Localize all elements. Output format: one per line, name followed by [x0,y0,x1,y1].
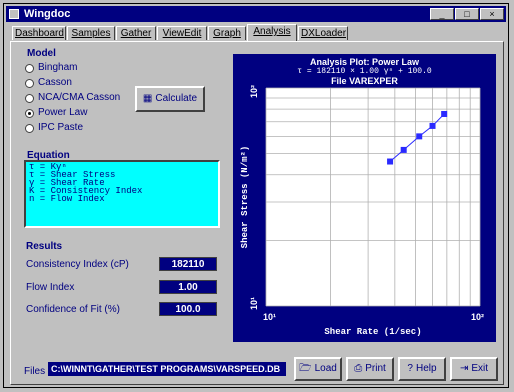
radio-bingham[interactable]: Bingham [25,62,135,76]
model-group-label: Model [27,48,56,59]
calculate-button-label: Calculate [155,93,198,104]
plot-area [266,88,480,306]
y-tick-min: 10¹ [249,297,259,310]
radio-nca-cma-casson[interactable]: NCA/CMA Casson [25,92,135,106]
y-tick-max: 10² [249,85,259,98]
radio-ipc-paste[interactable]: IPC Paste [25,122,135,136]
x-tick-max: 10² [471,312,484,322]
tab-analysis[interactable]: Analysis [247,24,297,41]
equation-line: n = Flow Index [29,194,105,204]
radio-bingham-indicator[interactable] [25,64,34,73]
radio-power-law-label: Power Law [38,107,88,118]
help-icon: ? [407,363,413,374]
equation-box: τ = Kγⁿ τ = Shear Stress γ = Shear Rate … [24,160,220,228]
data-point [400,146,407,153]
radio-casson-indicator[interactable] [25,79,34,88]
flow-index-label: Flow Index [26,282,75,293]
close-button[interactable]: × [480,8,504,20]
load-button-label: Load [314,363,337,374]
printer-icon: ⎙ [354,363,363,374]
tab-dashboard[interactable]: Dashboard [12,26,66,40]
file-path-field[interactable]: C:\WINNT\GATHER\TEST PROGRAMS\VARSPEED.D… [48,362,286,376]
help-button[interactable]: ? Help [398,357,446,381]
x-axis-label: Shear Rate (1/sec) [324,327,421,337]
exit-icon: ⇥ [459,363,469,374]
folder-icon: 🗁 [299,363,312,374]
confidence-label: Confidence of Fit (%) [26,304,120,315]
radio-bingham-label: Bingham [38,62,78,73]
app-window: Wingdoc _ □ × Dashboard Samples Gather V… [3,3,509,388]
calculator-icon: ▦ [142,93,153,104]
print-button-label: Print [365,363,386,374]
y-axis-label: Shear Stress (N/m²) [240,146,250,249]
tab-viewedit[interactable]: ViewEdit [157,26,207,40]
title-bar: Wingdoc _ □ × [6,6,506,22]
radio-nca-cma-casson-label: NCA/CMA Casson [38,92,121,103]
exit-button-label: Exit [471,363,489,374]
confidence-value: 100.0 [159,302,217,316]
files-label: Files [24,366,46,377]
tab-strip: Dashboard Samples Gather ViewEdit Graph … [12,24,506,42]
radio-power-law-indicator[interactable] [25,109,34,118]
print-button[interactable]: ⎙ Print [346,357,394,381]
help-button-label: Help [415,363,437,374]
tab-dxloader[interactable]: DXLoader [298,26,348,40]
plot-svg: 10¹ 10² 10² 10¹ Shear Rate (1/sec) Shear… [240,85,484,337]
data-point [429,122,436,129]
x-tick-min: 10¹ [263,312,276,322]
analysis-plot: Analysis Plot: Power Law τ = 182110 × 1.… [233,54,496,342]
data-point [441,110,448,117]
exit-button[interactable]: ⇥ Exit [450,357,498,381]
tab-gather[interactable]: Gather [116,26,156,40]
radio-casson[interactable]: Casson [25,77,135,91]
radio-ipc-paste-label: IPC Paste [38,122,84,133]
radio-casson-label: Casson [38,77,72,88]
consistency-index-label: Consistency Index (cP) [26,259,129,270]
maximize-button[interactable]: □ [455,8,479,20]
window-title: Wingdoc [24,8,71,20]
data-point [416,133,423,140]
data-point [387,158,394,165]
flow-index-value: 1.00 [159,280,217,294]
calculate-button[interactable]: ▦ Calculate [135,86,205,112]
radio-power-law[interactable]: Power Law [25,107,135,121]
results-group-label: Results [26,241,63,252]
radio-nca-cma-casson-indicator[interactable] [25,94,34,103]
app-icon [9,9,19,19]
consistency-index-value: 182110 [159,257,217,271]
radio-ipc-paste-indicator[interactable] [25,124,34,133]
tab-graph[interactable]: Graph [208,26,246,40]
load-button[interactable]: 🗁 Load [294,357,342,381]
minimize-button[interactable]: _ [430,8,454,20]
tab-samples[interactable]: Samples [67,26,115,40]
